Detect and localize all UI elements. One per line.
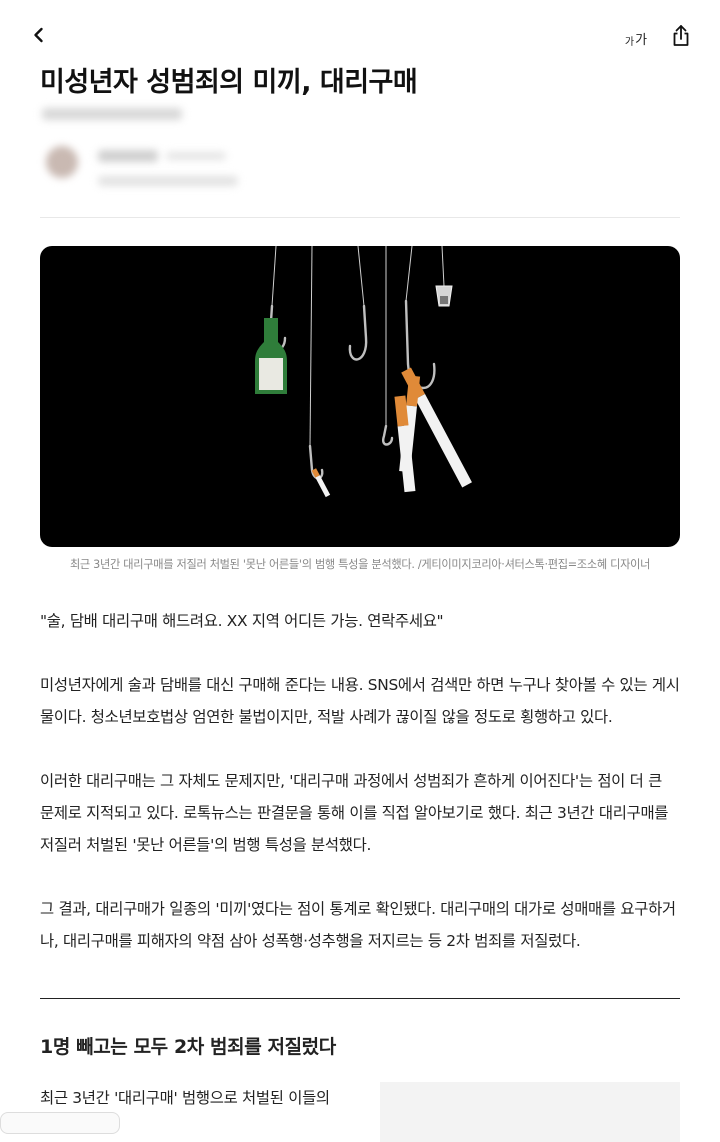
chevron-left-icon (34, 27, 43, 43)
header-divider (40, 217, 680, 218)
fishing-hooks-illustration (255, 246, 472, 498)
inline-figure-placeholder (380, 1082, 680, 1142)
font-size-label-small: 가 (624, 37, 635, 48)
article-photo[interactable] (40, 246, 680, 547)
share-icon (673, 25, 689, 46)
font-size-label-large: 가 (635, 33, 648, 48)
author-avatar (46, 146, 78, 178)
floating-tab[interactable] (0, 1112, 120, 1134)
author-byline-blurred (36, 100, 266, 205)
shot-glass-icon (435, 285, 453, 307)
soju-bottle-icon (255, 318, 287, 394)
section-divider (40, 998, 680, 999)
font-size-button[interactable]: 가가 (620, 24, 652, 48)
article-paragraph: 이러한 대리구매는 그 자체도 문제지만, '대리구매 과정에서 성범죄가 흔하… (40, 772, 669, 854)
back-button[interactable] (26, 22, 52, 48)
article-paragraph-quote: "술, 담배 대리구매 해드려요. XX 지역 어디든 가능. 연락주세요" (40, 612, 444, 630)
article-title: 미성년자 성범죄의 미끼, 대리구매 (40, 67, 418, 98)
photo-caption: 최근 3년간 대리구매를 저질러 처벌된 '못난 어른들'의 범행 특성을 분석… (69, 558, 651, 571)
share-button[interactable] (668, 22, 694, 50)
section-heading: 1명 빼고는 모두 2차 범죄를 저질렀다 (40, 1036, 336, 1058)
article-paragraph: 그 결과, 대리구매가 일종의 '미끼'였다는 점이 통계로 확인됐다. 대리구… (40, 900, 676, 950)
section-paragraph: 최근 3년간 '대리구매' 범행으로 처벌된 이들의 (40, 1089, 330, 1107)
article-paragraph: 미성년자에게 술과 담배를 대신 구매해 준다는 내용. SNS에서 검색만 하… (40, 676, 680, 726)
cigarettes-icon (311, 367, 472, 498)
